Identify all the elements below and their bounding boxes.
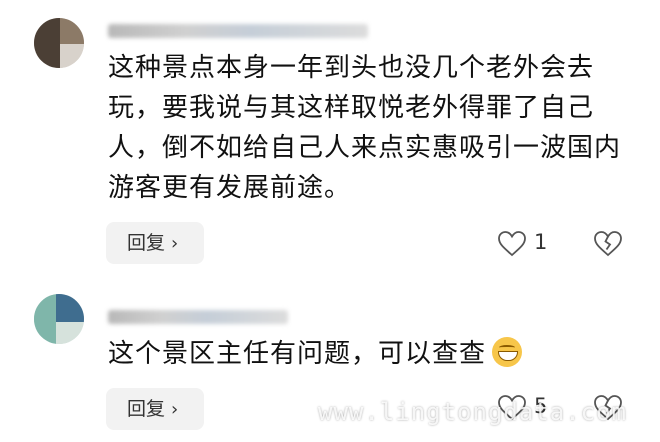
avatar-blur-block	[56, 322, 84, 344]
username-blurred[interactable]	[108, 310, 288, 324]
broken-heart-icon[interactable]	[594, 231, 622, 257]
reply-label: 回复	[127, 398, 166, 420]
watermark: www.lingtongdata.com	[318, 398, 627, 426]
avatar[interactable]	[34, 294, 84, 344]
like-count: 1	[534, 230, 548, 254]
reply-button[interactable]: 回复 ›	[106, 222, 204, 264]
comment-text-content: 这个景区主任有问题，可以查查	[108, 339, 487, 369]
username-blurred[interactable]	[108, 24, 368, 38]
avatar-blur-block	[60, 44, 84, 68]
avatar-blur-block	[34, 294, 56, 344]
heart-outline-icon[interactable]	[498, 231, 526, 257]
reply-button[interactable]: 回复 ›	[106, 388, 204, 430]
avatar-blur-block	[60, 18, 84, 44]
avatar-blur-block	[34, 18, 60, 68]
avatar[interactable]	[34, 18, 84, 68]
chevron-right-icon: ›	[171, 399, 179, 420]
avatar-blur-block	[56, 294, 84, 322]
comment-text: 这个景区主任有问题，可以查查	[108, 334, 638, 374]
chevron-right-icon: ›	[171, 233, 179, 254]
grinning-face-emoji	[492, 337, 523, 367]
reply-label: 回复	[127, 232, 166, 254]
comment-text: 这种景点本身一年到头也没几个老外会去玩，要我说与其这样取悦老外得罪了自己人，倒不…	[108, 53, 622, 203]
